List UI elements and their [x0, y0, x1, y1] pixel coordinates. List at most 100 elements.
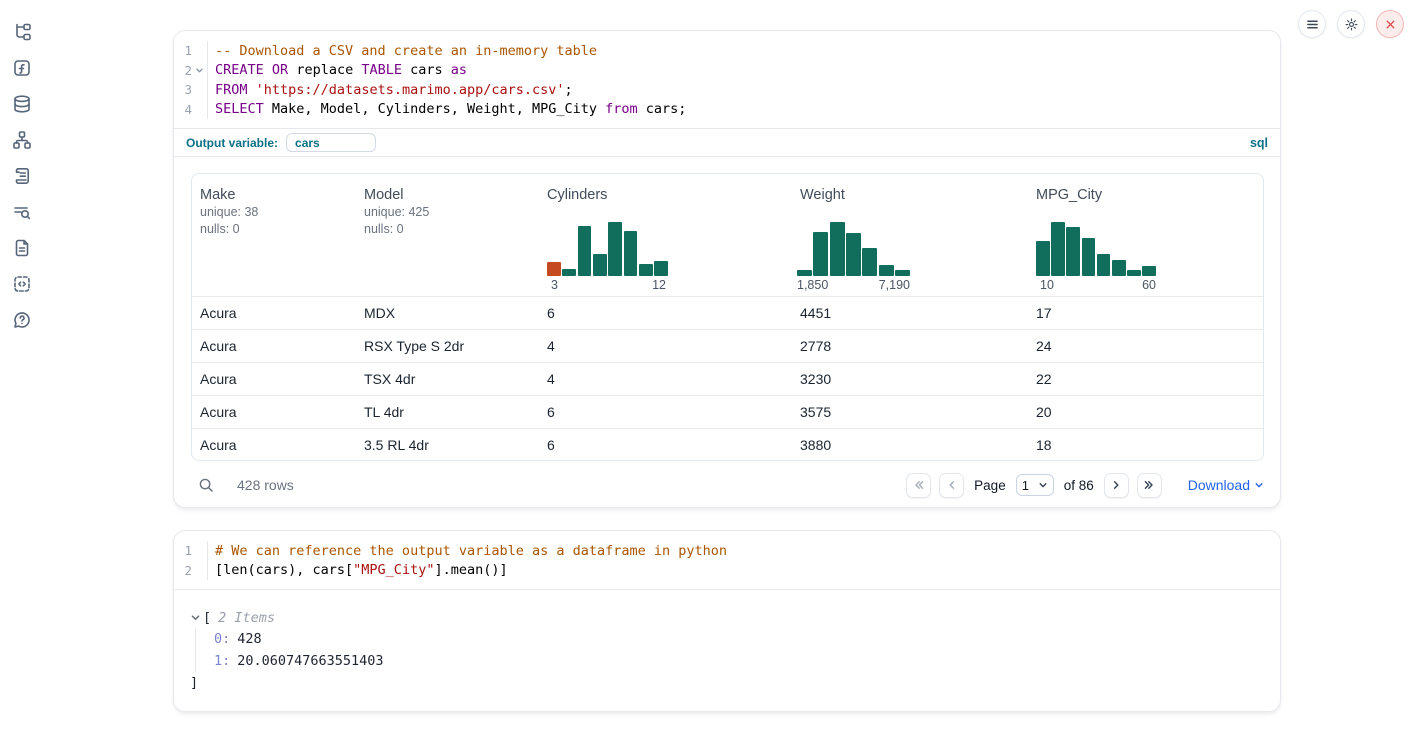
histogram-bar[interactable] — [1112, 260, 1126, 276]
sidebar — [0, 0, 44, 729]
histogram-bar[interactable] — [1142, 266, 1156, 276]
next-page-button[interactable] — [1104, 473, 1129, 498]
line-gutter: 4 — [174, 100, 208, 120]
table-cell: 3880 — [792, 437, 1028, 453]
histogram-bar[interactable] — [830, 222, 845, 276]
chevron-down-icon — [1254, 480, 1264, 490]
histogram-bar[interactable] — [1066, 227, 1080, 276]
documentation-icon[interactable] — [12, 238, 32, 258]
code-text: -- Download a CSV and create an in-memor… — [208, 43, 597, 59]
column-histogram: 1060 — [1036, 222, 1156, 292]
previous-page-button[interactable] — [939, 473, 964, 498]
histogram-bar[interactable] — [862, 248, 877, 276]
table-cell: MDX — [356, 305, 539, 321]
code-line[interactable]: 2CREATE OR replace TABLE cars as — [174, 61, 1280, 81]
search-icon[interactable] — [197, 476, 215, 494]
histogram-bar[interactable] — [593, 254, 607, 276]
download-button[interactable]: Download — [1188, 477, 1264, 493]
help-icon[interactable] — [12, 310, 32, 330]
tree-item: 1:20.060747663551403 — [214, 650, 1264, 672]
column-header-cylinders[interactable]: Cylinders312 — [539, 174, 792, 296]
table-cell: 17 — [1028, 305, 1263, 321]
snippets-icon[interactable] — [12, 274, 32, 294]
line-gutter: 2 — [174, 61, 208, 81]
sql-code-editor[interactable]: 1-- Download a CSV and create an in-memo… — [174, 31, 1280, 128]
code-line[interactable]: 3FROM 'https://datasets.marimo.app/cars.… — [174, 80, 1280, 100]
table-cell: Acura — [192, 437, 356, 453]
histogram-bar[interactable] — [624, 231, 638, 276]
table-row[interactable]: Acura3.5 RL 4dr6388018 — [192, 428, 1263, 461]
scratchpad-icon[interactable] — [12, 166, 32, 186]
language-badge: sql — [1250, 136, 1268, 150]
output-variable-input[interactable] — [286, 133, 376, 152]
chevron-left-icon — [946, 479, 958, 491]
column-name: MPG_City — [1036, 186, 1255, 204]
code-line[interactable]: 4SELECT Make, Model, Cylinders, Weight, … — [174, 100, 1280, 120]
line-gutter: 1 — [174, 541, 208, 561]
table-cell: Acura — [192, 305, 356, 321]
table-row[interactable]: AcuraTSX 4dr4323022 — [192, 362, 1263, 395]
last-page-button[interactable] — [1137, 473, 1162, 498]
column-stat: unique: 38 — [200, 204, 348, 221]
tree-items: 0:4281:20.060747663551403 — [195, 629, 1264, 673]
histogram-bar[interactable] — [639, 264, 653, 276]
table-header-row: Makeunique: 38nulls: 0Modelunique: 425nu… — [192, 174, 1263, 296]
gear-icon — [1344, 17, 1359, 32]
result-table: Makeunique: 38nulls: 0Modelunique: 425nu… — [191, 173, 1264, 461]
dependency-graph-icon[interactable] — [12, 130, 32, 150]
table-cell: 3575 — [792, 404, 1028, 420]
table-footer: 428 rows Page 1 of 86 Download — [191, 467, 1264, 503]
column-header-model[interactable]: Modelunique: 425nulls: 0 — [356, 174, 539, 296]
table-cell: TL 4dr — [356, 404, 539, 420]
histogram-bar[interactable] — [562, 269, 576, 276]
logs-icon[interactable] — [12, 202, 32, 222]
histogram-bar[interactable] — [895, 270, 910, 276]
column-stat: nulls: 0 — [200, 221, 348, 238]
code-line[interactable]: 1# We can reference the output variable … — [174, 541, 1280, 561]
pagination: Page 1 of 86 Download — [906, 473, 1264, 498]
tree-item: 0:428 — [214, 629, 1264, 651]
column-header-weight[interactable]: Weight1,8507,190 — [792, 174, 1028, 296]
fold-chevron-icon[interactable] — [192, 66, 206, 75]
histogram-bar[interactable] — [1036, 241, 1050, 276]
histogram-bar[interactable] — [1082, 238, 1096, 276]
sql-cell: 1 -- Download a CSV and create an in-memo… — [173, 30, 1281, 508]
axis-tick-label: 3 — [551, 278, 558, 292]
menu-button[interactable] — [1298, 10, 1326, 38]
column-header-make[interactable]: Makeunique: 38nulls: 0 — [192, 174, 356, 296]
histogram-bar[interactable] — [1051, 222, 1065, 276]
histogram-bar[interactable] — [846, 233, 861, 276]
python-code-editor[interactable]: 1# We can reference the output variable … — [174, 531, 1280, 590]
histogram-bar[interactable] — [797, 270, 812, 276]
settings-button[interactable] — [1337, 10, 1365, 38]
collapse-chevron-icon[interactable] — [190, 612, 203, 623]
code-line[interactable]: 2[len(cars), cars["MPG_City"].mean()] — [174, 561, 1280, 581]
datasources-icon[interactable] — [12, 94, 32, 114]
table-row[interactable]: AcuraTL 4dr6357520 — [192, 395, 1263, 428]
variables-icon[interactable] — [12, 58, 32, 78]
histogram-bar[interactable] — [1127, 270, 1141, 276]
line-number: 1 — [174, 543, 192, 558]
histogram-bar[interactable] — [654, 261, 668, 276]
line-gutter: 3 — [174, 80, 208, 100]
shutdown-button[interactable] — [1376, 10, 1404, 38]
code-line[interactable]: 1-- Download a CSV and create an in-memo… — [174, 41, 1280, 61]
column-header-mpg_city[interactable]: MPG_City 1060 — [1028, 174, 1263, 296]
table-cell: Acura — [192, 371, 356, 387]
histogram-bar[interactable] — [1097, 254, 1111, 276]
table-cell: 6 — [539, 305, 792, 321]
page-select[interactable]: 1 — [1016, 474, 1054, 496]
table-row[interactable]: AcuraRSX Type S 2dr4277824 — [192, 329, 1263, 362]
histogram-bar[interactable] — [547, 262, 561, 276]
item-value: 428 — [237, 631, 261, 647]
first-page-button[interactable] — [906, 473, 931, 498]
table-row[interactable]: AcuraMDX6445117 — [192, 296, 1263, 329]
histogram-bar[interactable] — [813, 232, 828, 276]
histogram-bar[interactable] — [608, 222, 622, 276]
histogram-bar[interactable] — [578, 226, 592, 276]
file-explorer-icon[interactable] — [12, 22, 32, 42]
histogram-bar[interactable] — [879, 265, 894, 276]
table-cell: 24 — [1028, 338, 1263, 354]
axis-tick-label: 10 — [1040, 278, 1054, 292]
python-cell: 1# We can reference the output variable … — [173, 530, 1281, 712]
